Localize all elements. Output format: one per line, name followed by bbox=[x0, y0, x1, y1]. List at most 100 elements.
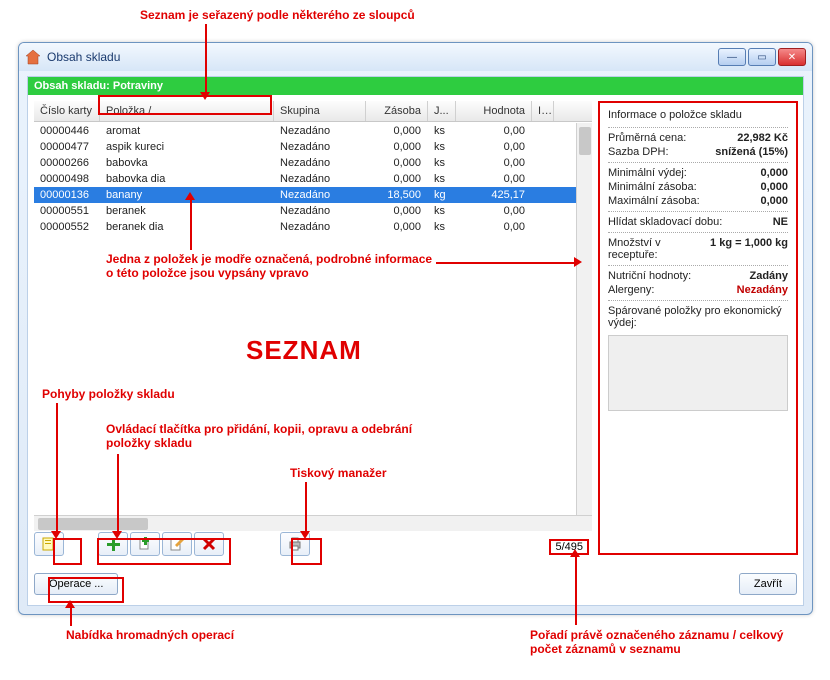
cell-value: 425,17 bbox=[456, 188, 532, 202]
cell-unit: ks bbox=[428, 156, 456, 170]
cell-item: beranek bbox=[100, 204, 274, 218]
paired-items-box[interactable] bbox=[608, 335, 788, 411]
cell-group: Nezadáno bbox=[274, 140, 366, 154]
subtitle-bar: Obsah skladu: Potraviny bbox=[28, 77, 803, 95]
arrow-icon bbox=[65, 600, 75, 608]
table-panel: Číslo karty Položka / Skupina Zásoba J..… bbox=[34, 101, 592, 531]
cell-unit: ks bbox=[428, 124, 456, 138]
cell-stock: 0,000 bbox=[366, 172, 428, 186]
cell-unit: kg bbox=[428, 188, 456, 202]
copy-button[interactable] bbox=[130, 532, 160, 556]
cell-card: 00000446 bbox=[34, 124, 100, 138]
min-out-value: 0,000 bbox=[760, 167, 788, 179]
operations-button[interactable]: Operace ... bbox=[34, 573, 118, 595]
table-row[interactable]: 00000552beranek diaNezadáno0,000ks0,00 bbox=[34, 219, 592, 235]
paired-label: Spárované položky pro ekonomický výdej: bbox=[608, 305, 788, 329]
cell-unit: ks bbox=[428, 204, 456, 218]
delete-button[interactable] bbox=[194, 532, 224, 556]
arrow-icon bbox=[570, 549, 580, 557]
cell-item: babovka bbox=[100, 156, 274, 170]
cell-stock: 0,000 bbox=[366, 156, 428, 170]
table-rows: 00000446aromatNezadáno0,000ks0,000000047… bbox=[34, 123, 592, 235]
annotation-sort: Seznam je seřazený podle některého ze sl… bbox=[140, 8, 415, 22]
col-unit[interactable]: J... bbox=[428, 101, 456, 121]
watch-label: Hlídat skladovací dobu: bbox=[608, 216, 773, 228]
min-stock-label: Minimální zásoba: bbox=[608, 181, 760, 193]
cell-group: Nezadáno bbox=[274, 204, 366, 218]
cell-group: Nezadáno bbox=[274, 188, 366, 202]
cell-group: Nezadáno bbox=[274, 220, 366, 234]
cell-group: Nezadáno bbox=[274, 124, 366, 138]
maximize-button[interactable]: ▭ bbox=[748, 48, 776, 66]
cell-stock: 0,000 bbox=[366, 220, 428, 234]
col-item[interactable]: Položka / bbox=[100, 101, 274, 121]
cell-unit: ks bbox=[428, 140, 456, 154]
cell-stock: 0,000 bbox=[366, 124, 428, 138]
arrow-icon bbox=[574, 257, 582, 267]
min-stock-value: 0,000 bbox=[760, 181, 788, 193]
cell-stock: 0,000 bbox=[366, 140, 428, 154]
cell-card: 00000551 bbox=[34, 204, 100, 218]
allerg-label: Alergeny: bbox=[608, 284, 737, 296]
col-group[interactable]: Skupina bbox=[274, 101, 366, 121]
cell-card: 00000266 bbox=[34, 156, 100, 170]
col-card-number[interactable]: Číslo karty bbox=[34, 101, 100, 121]
cell-card: 00000498 bbox=[34, 172, 100, 186]
arrow-icon bbox=[185, 192, 195, 200]
vat-label: Sazba DPH: bbox=[608, 146, 715, 158]
cell-value: 0,00 bbox=[456, 124, 532, 138]
allerg-value: Nezadány bbox=[737, 284, 788, 296]
window-title: Obsah skladu bbox=[47, 50, 718, 64]
annotation-operations-menu: Nabídka hromadných operací bbox=[66, 628, 234, 642]
cell-group: Nezadáno bbox=[274, 156, 366, 170]
table-row[interactable]: 00000498babovka diaNezadáno0,000ks0,00 bbox=[34, 171, 592, 187]
max-stock-value: 0,000 bbox=[760, 195, 788, 207]
table-row[interactable]: 00000477aspik kureciNezadáno0,000ks0,00 bbox=[34, 139, 592, 155]
cell-card: 00000477 bbox=[34, 140, 100, 154]
bottom-bar: Operace ... Zavřít bbox=[34, 569, 797, 599]
recipe-label: Množství v receptuře: bbox=[608, 237, 710, 261]
cell-value: 0,00 bbox=[456, 172, 532, 186]
col-value[interactable]: Hodnota bbox=[456, 101, 532, 121]
cell-value: 0,00 bbox=[456, 140, 532, 154]
watch-value: NE bbox=[773, 216, 788, 228]
annotation-counter: Pořadí právě označeného záznamu / celkov… bbox=[530, 628, 790, 656]
vertical-scrollbar[interactable] bbox=[576, 123, 592, 515]
client-area: Obsah skladu: Potraviny Číslo karty Polo… bbox=[27, 76, 804, 606]
arrow-icon bbox=[300, 531, 310, 539]
window-buttons: — ▭ ✕ bbox=[718, 48, 806, 66]
table-row[interactable]: 00000266babovkaNezadáno0,000ks0,00 bbox=[34, 155, 592, 171]
col-stock[interactable]: Zásoba bbox=[366, 101, 428, 121]
table-row[interactable]: 00000446aromatNezadáno0,000ks0,00 bbox=[34, 123, 592, 139]
cell-unit: ks bbox=[428, 220, 456, 234]
cell-value: 0,00 bbox=[456, 204, 532, 218]
cell-item: beranek dia bbox=[100, 220, 274, 234]
table-row[interactable]: 00000136bananyNezadáno18,500kg425,17 bbox=[34, 187, 592, 203]
arrow-icon bbox=[112, 531, 122, 539]
window-close-button[interactable]: ✕ bbox=[778, 48, 806, 66]
table-row[interactable]: 00000551beranekNezadáno0,000ks0,00 bbox=[34, 203, 592, 219]
cell-stock: 18,500 bbox=[366, 188, 428, 202]
arrow-icon bbox=[200, 92, 210, 100]
avg-price-value: 22,982 Kč bbox=[737, 132, 788, 144]
cell-value: 0,00 bbox=[456, 156, 532, 170]
arrow-icon bbox=[51, 531, 61, 539]
table-body: 00000446aromatNezadáno0,000ks0,000000047… bbox=[34, 123, 592, 515]
avg-price-label: Průměrná cena: bbox=[608, 132, 737, 144]
close-button[interactable]: Zavřít bbox=[739, 573, 797, 595]
edit-button[interactable] bbox=[162, 532, 192, 556]
cell-item: babovka dia bbox=[100, 172, 274, 186]
cell-card: 00000136 bbox=[34, 188, 100, 202]
col-extra[interactable]: I... bbox=[532, 101, 554, 121]
item-info-panel: Informace o položce skladu Průměrná cena… bbox=[598, 101, 798, 555]
minimize-button[interactable]: — bbox=[718, 48, 746, 66]
cell-group: Nezadáno bbox=[274, 172, 366, 186]
app-window: Obsah skladu — ▭ ✕ Obsah skladu: Potravi… bbox=[18, 42, 813, 615]
info-title: Informace o položce skladu bbox=[608, 109, 788, 121]
cell-stock: 0,000 bbox=[366, 204, 428, 218]
vat-value: snížená (15%) bbox=[715, 146, 788, 158]
min-out-label: Minimální výdej: bbox=[608, 167, 760, 179]
recipe-value: 1 kg = 1,000 kg bbox=[710, 237, 788, 261]
cell-value: 0,00 bbox=[456, 220, 532, 234]
cell-item: aromat bbox=[100, 124, 274, 138]
